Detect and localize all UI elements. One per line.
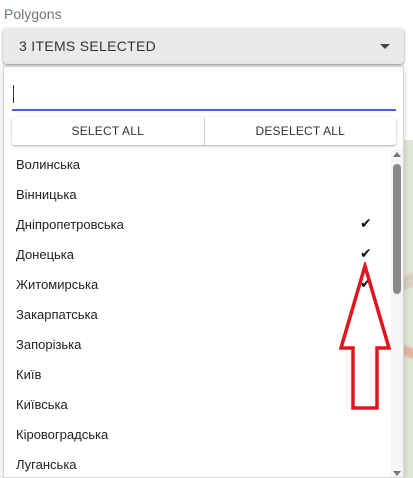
caret-down-icon <box>380 43 390 49</box>
select-all-button[interactable]: SELECT ALL <box>12 117 204 145</box>
option-kyivska[interactable]: Київська <box>4 389 390 419</box>
list-scrollbar[interactable] <box>391 149 403 477</box>
deselect-all-button[interactable]: DESELECT ALL <box>203 117 397 145</box>
option-dnipropetrovska[interactable]: Дніпропетровська ✔ <box>4 209 390 239</box>
selected-count: 3 ITEMS SELECTED <box>19 38 157 54</box>
option-label: Запорізька <box>16 336 82 352</box>
option-zhytomyrska[interactable]: Житомирська ✔ <box>4 269 390 299</box>
option-donetska[interactable]: Донецька ✔ <box>4 239 390 269</box>
polygons-select-toggle[interactable]: 3 ITEMS SELECTED <box>3 28 404 64</box>
option-luhanska[interactable]: Луганська <box>4 449 390 477</box>
red-arrow-up-icon <box>339 262 391 410</box>
option-label: Київ <box>16 366 42 382</box>
option-vinnytska[interactable]: Вінницька <box>4 179 390 209</box>
option-label: Житомирська <box>16 276 99 292</box>
option-kyiv[interactable]: Київ <box>4 359 390 389</box>
text-cursor <box>13 85 14 103</box>
option-volynska[interactable]: Волинська <box>4 149 390 179</box>
scroll-thumb[interactable] <box>393 164 401 294</box>
check-icon: ✔ <box>360 246 372 262</box>
option-kirovohradska[interactable]: Кіровоградська <box>4 419 390 449</box>
option-label: Волинська <box>16 156 81 172</box>
option-label: Київська <box>16 396 68 412</box>
option-label: Дніпропетровська <box>16 216 124 232</box>
options-list: Волинська Вінницька Дніпропетровська ✔ Д… <box>4 149 390 477</box>
actions-bar: SELECT ALL DESELECT ALL <box>12 117 396 145</box>
option-label: Кіровоградська <box>16 426 109 442</box>
scroll-down-icon[interactable] <box>393 471 401 476</box>
option-label: Донецька <box>16 246 75 262</box>
option-label: Луганська <box>16 456 77 472</box>
search-box <box>12 77 396 113</box>
search-input[interactable] <box>12 77 396 111</box>
option-label: Вінницька <box>16 186 77 202</box>
field-label: Polygons <box>4 6 62 22</box>
option-label: Закарпатська <box>16 306 98 322</box>
option-zaporizka[interactable]: Запорізька <box>4 329 390 359</box>
scroll-up-icon[interactable] <box>393 152 401 157</box>
option-zakarpatska[interactable]: Закарпатська <box>4 299 390 329</box>
check-icon: ✔ <box>360 216 372 232</box>
